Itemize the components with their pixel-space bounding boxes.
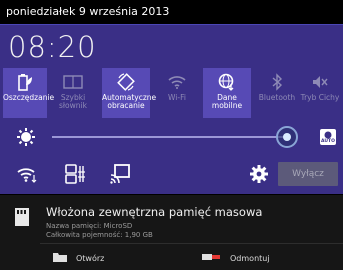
status-bar: poniedziałek 9 września 2013 — [0, 0, 343, 24]
tile-label: Wi-Fi — [168, 93, 186, 102]
tile-mobile-data[interactable]: Dane mobilne — [203, 68, 251, 118]
silent-mode-icon — [299, 72, 341, 92]
wifi-settings-icon[interactable] — [17, 165, 39, 187]
auto-brightness-icon[interactable]: AUTO — [318, 127, 338, 147]
bluetooth-icon — [253, 72, 301, 92]
open-label: Otwórz — [76, 253, 105, 263]
eject-card-icon — [202, 252, 222, 264]
tile-label: Oszczędzanie — [3, 93, 55, 102]
tile-label: Szybki słownik — [59, 93, 87, 110]
status-date: poniedziałek 9 września 2013 — [6, 5, 170, 18]
notification-title: Włożona zewnętrzna pamięć masowa — [46, 205, 263, 219]
auto-rotate-icon — [102, 72, 150, 92]
brightness-icon — [16, 127, 36, 151]
tile-label: Dane mobilne — [211, 93, 243, 110]
tile-label: Tryb Cichy — [300, 93, 340, 102]
toggle-tiles: Oszczędzanie Szybki słownik Automatyczne… — [3, 68, 340, 118]
brightness-slider[interactable] — [52, 136, 288, 138]
brightness-slider-thumb[interactable] — [276, 126, 298, 148]
sd-card-icon — [14, 207, 30, 227]
sim-settings-icon[interactable] — [64, 163, 86, 189]
quick-settings-row: Wyłącz — [0, 156, 343, 194]
screen-mirroring-icon[interactable] — [109, 163, 131, 189]
unmount-button[interactable]: Odmontuj — [202, 250, 270, 266]
unmount-label: Odmontuj — [230, 253, 270, 263]
clock: 08:20 — [8, 30, 97, 64]
tile-label: Automatyczne obracanie — [102, 93, 157, 110]
mobile-data-icon — [203, 72, 251, 92]
storage-capacity: Całkowita pojemność: 1,90 GB — [46, 231, 153, 239]
battery-leaf-icon — [3, 72, 47, 92]
auto-label: AUTO — [321, 139, 335, 144]
open-button[interactable]: Otwórz — [52, 250, 104, 266]
wifi-icon — [153, 72, 201, 92]
storage-notification[interactable]: Włożona zewnętrzna pamięć masowa Nazwa p… — [0, 195, 343, 270]
tile-bluetooth[interactable]: Bluetooth — [253, 68, 301, 118]
storage-name: Nazwa pamięci: MicroSD — [46, 222, 133, 230]
tile-power-saving[interactable]: Oszczędzanie — [3, 68, 55, 118]
brightness-row: AUTO — [0, 120, 343, 154]
folder-icon — [52, 251, 68, 265]
tile-silent-mode[interactable]: Tryb Cichy — [299, 68, 341, 118]
turn-off-button[interactable]: Wyłącz — [278, 162, 338, 186]
divider — [40, 243, 343, 244]
tile-wifi[interactable]: Wi-Fi — [153, 68, 201, 118]
tile-auto-rotate[interactable]: Automatyczne obracanie — [102, 68, 157, 118]
settings-gear-icon[interactable] — [250, 165, 268, 187]
tile-label: Bluetooth — [258, 93, 296, 102]
tile-quick-dictionary[interactable]: Szybki słownik — [49, 68, 97, 118]
dictionary-icon — [49, 72, 97, 92]
